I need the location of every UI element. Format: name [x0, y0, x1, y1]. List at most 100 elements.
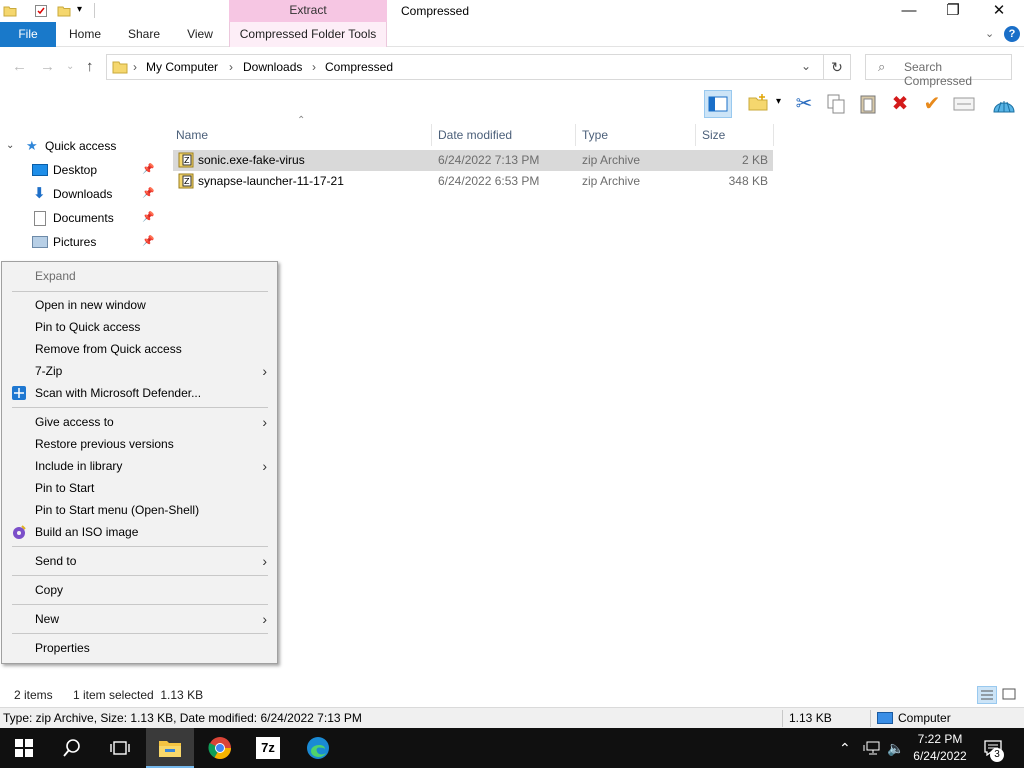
shell-button[interactable]: [990, 90, 1018, 118]
menu-item-properties[interactable]: Properties: [2, 637, 277, 659]
menu-item-label: Send to: [35, 554, 77, 568]
menu-item-send-to[interactable]: Send to ›: [2, 550, 277, 572]
large-icons-view-button[interactable]: [1000, 686, 1020, 704]
menu-item-pin-start-open-shell[interactable]: Pin to Start menu (Open-Shell): [2, 499, 277, 521]
cut-button[interactable]: ✂: [790, 90, 818, 118]
column-header-size[interactable]: Size: [696, 124, 774, 146]
column-header-date[interactable]: Date modified: [432, 124, 576, 146]
menu-item-expand[interactable]: Expand: [2, 265, 277, 287]
pin-icon[interactable]: 📌: [142, 207, 154, 229]
nav-item-pictures[interactable]: Pictures 📌: [0, 231, 160, 253]
desktop-icon: [32, 164, 48, 176]
menu-item-give-access[interactable]: Give access to ›: [2, 411, 277, 433]
7zip-taskbar-button[interactable]: 7z: [244, 728, 292, 768]
start-button[interactable]: [0, 728, 48, 768]
minimize-button[interactable]: —: [886, 0, 932, 22]
tab-home[interactable]: Home: [60, 22, 110, 47]
network-icon[interactable]: [863, 728, 881, 768]
file-row[interactable]: Z sonic.exe-fake-virus 6/24/2022 7:13 PM…: [173, 150, 773, 171]
recent-locations-icon[interactable]: ⌄: [66, 61, 74, 72]
nav-item-desktop[interactable]: Desktop 📌: [0, 159, 160, 181]
menu-item-open-new-window[interactable]: Open in new window: [2, 294, 277, 316]
help-icon[interactable]: ?: [1004, 26, 1020, 42]
delete-button[interactable]: ✖: [886, 90, 914, 118]
breadcrumb-compressed[interactable]: Compressed: [325, 60, 393, 74]
menu-item-pin-start[interactable]: Pin to Start: [2, 477, 277, 499]
edge-taskbar-button[interactable]: [294, 728, 342, 768]
breadcrumb-my-computer[interactable]: My Computer: [146, 60, 218, 74]
nav-item-label: Pictures: [53, 235, 97, 249]
column-header-type[interactable]: Type: [576, 124, 696, 146]
up-arrow-icon[interactable]: ↑: [86, 58, 94, 75]
tab-file[interactable]: File: [0, 22, 56, 47]
nav-quick-access[interactable]: ⌄ ★ Quick access: [0, 135, 160, 157]
svg-text:Z: Z: [184, 177, 190, 186]
details-view-button[interactable]: [977, 686, 997, 704]
properties-button[interactable]: [950, 90, 978, 118]
file-row[interactable]: Z synapse-launcher-11-17-21 6/24/2022 6:…: [173, 171, 773, 192]
chevron-right-icon: ›: [262, 458, 267, 474]
pin-icon[interactable]: 📌: [142, 231, 154, 253]
menu-item-scan-defender[interactable]: Scan with Microsoft Defender...: [2, 382, 277, 404]
breadcrumb-downloads[interactable]: Downloads: [243, 60, 302, 74]
file-explorer-taskbar-button[interactable]: [146, 728, 194, 768]
column-header-name[interactable]: Name: [170, 124, 432, 146]
refresh-button[interactable]: ↻: [824, 54, 851, 80]
file-list: ⌃ Name Date modified Type Size Z sonic.e…: [170, 115, 1024, 680]
search-button[interactable]: [48, 728, 96, 768]
maximize-button[interactable]: ❐: [930, 0, 976, 22]
nav-item-downloads[interactable]: ⬇ Downloads 📌: [0, 183, 160, 205]
defender-icon: [12, 386, 26, 400]
chevron-down-icon[interactable]: ⌄: [6, 135, 14, 157]
pin-icon[interactable]: 📌: [142, 159, 154, 181]
task-view-button[interactable]: [96, 728, 144, 768]
tab-compressed-folder-tools[interactable]: Compressed Folder Tools: [229, 22, 387, 47]
forward-arrow-icon[interactable]: →: [40, 58, 55, 75]
navigation-pane-button[interactable]: [704, 90, 732, 118]
paste-button[interactable]: [854, 90, 882, 118]
pin-icon[interactable]: 📌: [142, 183, 154, 205]
delete-x-icon: ✖: [891, 93, 909, 115]
details-bar: Type: zip Archive, Size: 1.13 KB, Date m…: [0, 707, 1024, 728]
folder-icon: [112, 61, 128, 74]
menu-item-build-iso[interactable]: Build an ISO image: [2, 521, 277, 543]
chrome-taskbar-button[interactable]: [196, 728, 244, 768]
file-type: zip Archive: [582, 174, 641, 188]
menu-item-new[interactable]: New ›: [2, 608, 277, 630]
nav-item-documents[interactable]: Documents 📌: [0, 207, 160, 229]
chevron-down-icon[interactable]: ⌄: [801, 59, 811, 73]
rename-button[interactable]: ✔: [918, 90, 946, 118]
search-input[interactable]: ⌕ Search Compressed: [865, 54, 1012, 88]
back-arrow-icon[interactable]: ←: [12, 58, 27, 75]
address-bar[interactable]: › My Computer › Downloads › Compressed ⌄: [106, 54, 824, 80]
menu-item-remove-quick-access[interactable]: Remove from Quick access: [2, 338, 277, 360]
clock-time[interactable]: 7:22 PM: [912, 731, 968, 747]
copy-button[interactable]: [822, 90, 850, 118]
menu-item-restore-versions[interactable]: Restore previous versions: [2, 433, 277, 455]
tab-view[interactable]: View: [178, 22, 222, 47]
clock-date[interactable]: 6/24/2022: [908, 748, 972, 764]
nav-quick-access-label: Quick access: [45, 139, 117, 153]
menu-item-7zip[interactable]: 7-Zip ›: [2, 360, 277, 382]
menu-item-label: 7-Zip: [35, 364, 63, 378]
zip-file-icon: Z: [178, 173, 194, 189]
dropdown-arrow-icon[interactable]: ▾: [776, 96, 781, 107]
file-name: synapse-launcher-11-17-21: [198, 174, 344, 188]
folder-icon[interactable]: [3, 4, 17, 18]
properties-icon[interactable]: [34, 4, 48, 18]
new-folder-icon[interactable]: [57, 4, 71, 18]
ribbon-expand-icon[interactable]: ⌄: [985, 27, 994, 40]
properties-icon: [953, 97, 975, 111]
new-folder-button[interactable]: [744, 90, 772, 118]
menu-item-include-library[interactable]: Include in library ›: [2, 455, 277, 477]
close-button[interactable]: ✕: [976, 0, 1022, 22]
show-hidden-icons-icon[interactable]: ⌃: [839, 728, 851, 768]
menu-item-copy[interactable]: Copy: [2, 579, 277, 601]
qat-dropdown-icon[interactable]: ▾: [77, 4, 82, 15]
tab-share[interactable]: Share: [120, 22, 168, 47]
checkmark-icon: ✔: [923, 93, 941, 115]
volume-icon[interactable]: 🔈: [887, 728, 904, 768]
nav-item-label: Downloads: [53, 187, 113, 201]
menu-item-pin-quick-access[interactable]: Pin to Quick access: [2, 316, 277, 338]
menu-separator: [12, 575, 268, 576]
